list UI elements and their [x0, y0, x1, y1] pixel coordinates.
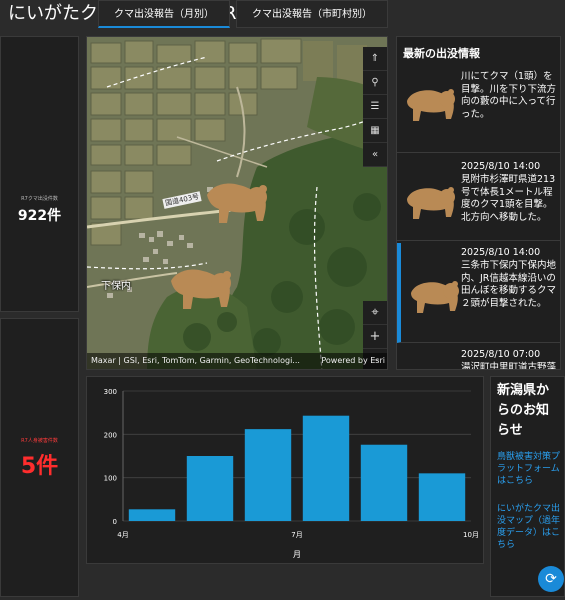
- news-item-text: 川にてクマ（1頭）を目撃。川を下り下流方向の藪の中に入って行った。: [461, 71, 557, 120]
- x-tick-label: 10月: [463, 531, 479, 539]
- news-item-text: 三条市下保内下保内地内、JR信越本線沿いの田んぼを移動するクマ２頭が目撃された。: [461, 260, 557, 309]
- news-item[interactable]: 2025/8/10 14:00 見附市杉澤町県道213号で体長1メートル程度のク…: [397, 155, 560, 241]
- bar-6月[interactable]: [244, 429, 292, 521]
- injury-value: 5件: [20, 454, 59, 479]
- bear-icon: [411, 281, 459, 313]
- news-panel: 最新の出没情報 川にてクマ（1頭）を目撃。川を下り下流方向の藪の中に入って行った…: [396, 36, 561, 370]
- satellite-imagery: [87, 37, 387, 369]
- list-icon[interactable]: ☰: [363, 95, 387, 119]
- news-item-text: 湯沢町中里町道古野藻線でクマ1頭を目撃。南方: [461, 362, 557, 370]
- tab-municipality[interactable]: クマ出没報告（市町村別）: [236, 0, 388, 28]
- x-tick-label: 4月: [117, 531, 128, 539]
- bear-icon: [407, 187, 455, 219]
- map-view[interactable]: 国道403号 下保内 ⇑ ⚲ ☰ ▦ « ⌖ + − Maxar | GSI, …: [86, 36, 388, 370]
- archive-map-link[interactable]: にいがたクマ出没マップ（過年度データ）はこちら: [497, 503, 563, 551]
- collapse-icon[interactable]: ⇑: [363, 47, 387, 71]
- bar-4月[interactable]: [128, 509, 176, 521]
- news-item-date: 2025/8/10 14:00: [461, 161, 541, 172]
- news-item[interactable]: 2025/8/10 07:00 湯沢町中里町道古野藻線でクマ1頭を目撃。南方: [397, 345, 560, 370]
- bar-chart: 0 100 200 300 4月 7月 10月 月: [104, 388, 479, 559]
- platform-link[interactable]: 鳥獣被害対策プラットフォームはこちら: [497, 451, 563, 487]
- x-tick-label: 7月: [291, 531, 302, 539]
- news-item-date: 2025/8/10 14:00: [461, 247, 541, 258]
- bar-5月[interactable]: [186, 456, 234, 521]
- notice-title: 新潟県からのお知らせ: [497, 383, 550, 438]
- news-title: 最新の出没情報: [403, 47, 480, 60]
- bar-7月[interactable]: [302, 415, 350, 521]
- y-tick-label: 300: [104, 388, 117, 396]
- monthly-chart: 0 100 200 300 4月 7月 10月 月: [86, 376, 484, 564]
- news-item-text: 見附市杉澤町県道213号で体長1メートル程度のクマ1頭を目撃。北方向へ移動した。: [461, 174, 556, 223]
- attribution-text: Maxar | GSI, Esri, TomTom, Garmin, GeoTe…: [91, 356, 300, 365]
- map-attribution: Maxar | GSI, Esri, TomTom, Garmin, GeoTe…: [87, 353, 387, 369]
- injury-label: R7人身被害件数: [21, 438, 58, 444]
- locate-icon[interactable]: ⌖: [363, 301, 387, 325]
- notice-panel: 新潟県からのお知らせ 鳥獣被害対策プラットフォームはこちら にいがたクマ出没マッ…: [490, 376, 565, 597]
- legend-icon[interactable]: ▦: [363, 119, 387, 143]
- y-tick-label: 200: [104, 431, 117, 439]
- powered-by[interactable]: Powered by Esri: [321, 353, 385, 369]
- y-tick-label: 100: [104, 475, 117, 483]
- sightings-label: R7クマ出没件数: [21, 196, 58, 202]
- x-axis-label: 月: [293, 550, 301, 559]
- refresh-button[interactable]: ⟳: [538, 566, 564, 592]
- sightings-indicator: R7クマ出没件数 922件: [0, 36, 79, 312]
- tab-monthly[interactable]: クマ出没報告（月別）: [98, 0, 230, 28]
- refresh-icon: ⟳: [545, 571, 557, 587]
- bar-8月[interactable]: [360, 444, 408, 521]
- map-toolbar: ⇑ ⚲ ☰ ▦ «: [363, 47, 387, 167]
- news-item-date: 2025/8/10 07:00: [461, 349, 541, 360]
- news-item-selected[interactable]: 2025/8/10 14:00 三条市下保内下保内地内、JR信越本線沿いの田んぼ…: [397, 243, 560, 343]
- news-item[interactable]: 川にてクマ（1頭）を目撃。川を下り下流方向の藪の中に入って行った。: [397, 67, 560, 153]
- bar-9月[interactable]: [418, 473, 466, 521]
- zoom-in-icon[interactable]: +: [363, 325, 387, 349]
- bear-icon: [401, 369, 457, 370]
- back-icon[interactable]: «: [363, 143, 387, 167]
- injury-indicator: R7人身被害件数 5件: [0, 318, 79, 597]
- sightings-value: 922件: [17, 208, 62, 224]
- news-list[interactable]: 川にてクマ（1頭）を目撃。川を下り下流方向の藪の中に入って行った。 2025/8…: [397, 67, 560, 370]
- y-tick-label: 0: [113, 518, 117, 526]
- search-icon[interactable]: ⚲: [363, 71, 387, 95]
- place-label: 下保内: [101, 281, 131, 292]
- bear-icon: [407, 89, 455, 121]
